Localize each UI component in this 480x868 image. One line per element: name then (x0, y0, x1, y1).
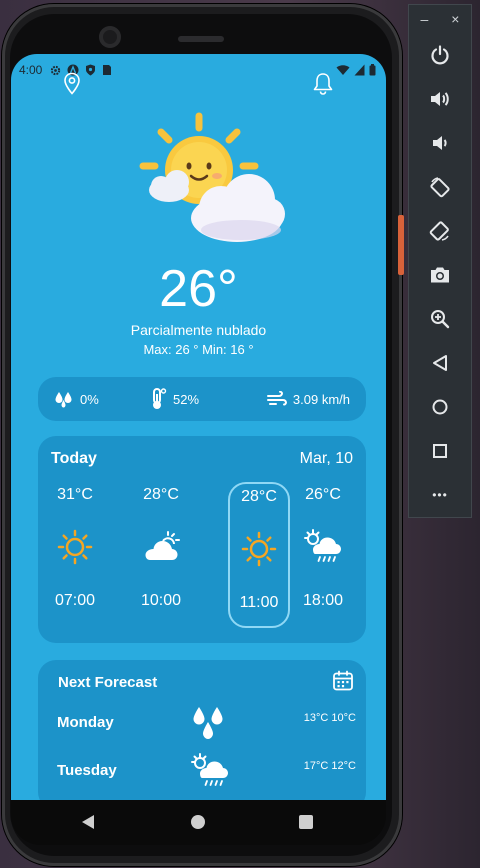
emulator-toolbar: – × ••• (408, 4, 472, 518)
raindrops-icon (190, 704, 226, 749)
thermometer-icon (153, 388, 167, 409)
notification-bell-icon[interactable] (312, 72, 334, 101)
hourly-item[interactable]: 31°C 07:00 (44, 482, 106, 628)
forecast-day: Monday (57, 714, 114, 731)
weather-illustration-sun-cloud-icon (137, 112, 287, 248)
volume-up-icon[interactable] (409, 77, 471, 121)
forecast-row[interactable]: Tuesday 17°C 12°C (57, 752, 356, 792)
sun-icon (241, 531, 277, 567)
shield-icon (86, 64, 96, 76)
precipitation-stat: 0% (54, 389, 149, 409)
home-icon[interactable] (191, 815, 205, 829)
hourly-item-selected[interactable]: 28°C 11:00 (228, 482, 290, 628)
signal-icon (354, 64, 365, 76)
more-button[interactable]: ••• (409, 473, 471, 517)
forecast-row[interactable]: Monday 13°C 10°C (57, 704, 356, 744)
status-time: 4:00 (19, 63, 43, 77)
current-condition: Parcialmente nublado (130, 322, 267, 338)
raindrops-icon (55, 392, 72, 408)
wind-icon (266, 391, 287, 406)
hourly-time: 18:00 (302, 592, 344, 609)
sun-cloud-rain-icon (304, 529, 341, 562)
front-camera (99, 26, 121, 48)
home-icon[interactable] (409, 385, 471, 429)
back-icon[interactable] (81, 814, 95, 835)
weather-stats-bar: 0% 52% 3.09 km/h (38, 377, 366, 421)
forecast-day: Tuesday (57, 762, 117, 779)
sun-icon (57, 529, 93, 565)
current-temperature: 26° (159, 260, 238, 318)
camera-icon[interactable] (409, 253, 471, 297)
cloud-sun-icon (145, 531, 180, 560)
overview-icon[interactable] (409, 429, 471, 473)
today-date: Mar, 10 (299, 450, 353, 467)
sun-cloud-rain-icon (190, 752, 230, 795)
hourly-time: 10:00 (140, 592, 182, 609)
rotate-right-icon[interactable] (409, 209, 471, 253)
volume-down-icon[interactable] (409, 121, 471, 165)
hourly-item[interactable]: 28°C 10:00 (130, 482, 192, 628)
zoom-icon[interactable] (409, 297, 471, 341)
minimize-button[interactable]: – (421, 11, 429, 27)
forecast-temps: 13°C 10°C (303, 712, 356, 724)
back-icon[interactable] (409, 341, 471, 385)
today-title: Today (51, 450, 97, 467)
hourly-temp: 28°C (143, 486, 179, 503)
humidity-value: 52% (173, 391, 200, 407)
recents-icon[interactable] (299, 815, 313, 829)
hourly-temp: 26°C (305, 486, 341, 503)
android-nav-bar (11, 800, 386, 845)
power-icon[interactable] (409, 33, 471, 77)
phone-side-button (398, 215, 404, 275)
sim-card-icon (103, 65, 112, 75)
next-forecast-card: Next Forecast Monday 13°C 10°C Tuesday 1… (38, 660, 366, 800)
humidity-stat: 52% (149, 388, 249, 410)
hourly-time: 11:00 (239, 594, 279, 611)
hourly-temp: 28°C (241, 488, 277, 505)
calendar-icon[interactable] (332, 670, 354, 697)
hourly-temp: 31°C (57, 486, 93, 503)
next-forecast-title: Next Forecast (58, 674, 158, 691)
location-pin-icon[interactable] (63, 72, 81, 101)
min-max-temperature: Max: 26 ° Min: 16 ° (143, 342, 254, 357)
hourly-item[interactable]: 26°C 18:00 (292, 482, 354, 628)
wifi-icon (336, 65, 350, 75)
battery-icon (369, 64, 376, 76)
earpiece-speaker (178, 36, 224, 42)
precipitation-value: 0% (80, 391, 99, 407)
today-forecast-card: Today Mar, 10 31°C 07:00 28°C 10:00 28°C… (38, 436, 366, 643)
close-button[interactable]: × (451, 11, 459, 27)
forecast-temps: 17°C 12°C (303, 760, 356, 772)
app-screen: 4:00 26° Parcialmente nublado Max: 26 ° … (11, 54, 386, 800)
hourly-time: 07:00 (54, 592, 96, 609)
rotate-left-icon[interactable] (409, 165, 471, 209)
settings-icon (51, 65, 61, 75)
wind-value: 3.09 km/h (292, 391, 350, 407)
wind-stat: 3.09 km/h (266, 391, 350, 407)
